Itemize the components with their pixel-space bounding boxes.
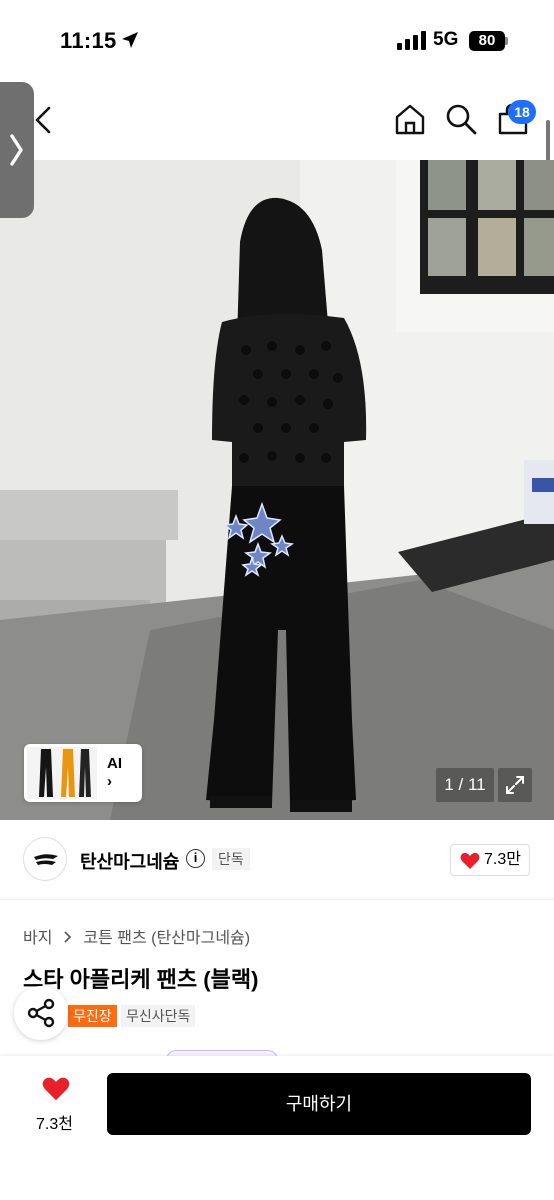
brand-logo-mark <box>34 854 58 865</box>
share-icon <box>27 998 55 1028</box>
back-chevron-icon[interactable] <box>30 102 60 138</box>
status-time: 11:15 <box>60 28 117 53</box>
location-arrow-icon <box>122 32 138 48</box>
ai-arrow: › <box>107 773 112 790</box>
battery-indicator: 80 <box>469 31 505 51</box>
product-photo-illustration <box>0 160 554 820</box>
battery-tip <box>505 37 508 45</box>
cart-count-badge: 18 <box>508 100 536 124</box>
ai-label-group: AI › <box>107 755 122 791</box>
image-counter: 1 / 11 <box>436 768 494 802</box>
brand-name[interactable]: 탄산마그네슘 <box>80 848 179 874</box>
heart-icon <box>460 852 480 869</box>
fullscreen-button[interactable] <box>498 768 532 802</box>
product-photo[interactable] <box>0 160 554 820</box>
chevron-right-icon <box>10 134 23 166</box>
brand-logo[interactable] <box>23 837 67 881</box>
ai-thumbnail-image <box>27 747 97 799</box>
search-icon[interactable] <box>444 102 478 136</box>
breadcrumb: 바지 코튼 팬츠 (탄산마그네슘) <box>23 924 254 948</box>
brand-row: 탄산마그네슘 i 단독 7.3만 <box>0 820 554 900</box>
bottom-action-bar: 7.3천 구매하기 <box>0 1056 554 1200</box>
status-bar: 11:15 5G 80 <box>0 0 554 80</box>
promo-tag: 무진장 <box>68 1005 117 1027</box>
network-type: 5G <box>433 29 459 50</box>
top-nav <box>0 80 554 160</box>
brand-like-count: 7.3만 <box>484 851 521 868</box>
exclusive-tag: 단독 <box>212 848 250 870</box>
heart-icon[interactable] <box>42 1076 70 1102</box>
buy-button[interactable]: 구매하기 <box>107 1073 531 1135</box>
exclusive-store-tag: 무신사단독 <box>121 1005 196 1027</box>
side-drawer-handle[interactable] <box>0 82 34 218</box>
share-button[interactable] <box>14 986 68 1040</box>
chevron-right-icon <box>64 931 72 943</box>
expand-icon <box>506 776 524 794</box>
product-like-count: 7.3천 <box>36 1116 73 1133</box>
brand-like-button[interactable]: 7.3만 <box>450 844 530 876</box>
ai-label: AI <box>107 755 122 772</box>
breadcrumb-subcategory[interactable]: 코튼 팬츠 (탄산마그네슘) <box>83 930 250 947</box>
breadcrumb-category[interactable]: 바지 <box>23 930 52 947</box>
home-icon[interactable] <box>393 102 427 136</box>
signal-icon <box>397 30 426 50</box>
info-icon[interactable]: i <box>186 849 205 868</box>
ai-similar-items-card[interactable]: AI › <box>24 744 142 802</box>
